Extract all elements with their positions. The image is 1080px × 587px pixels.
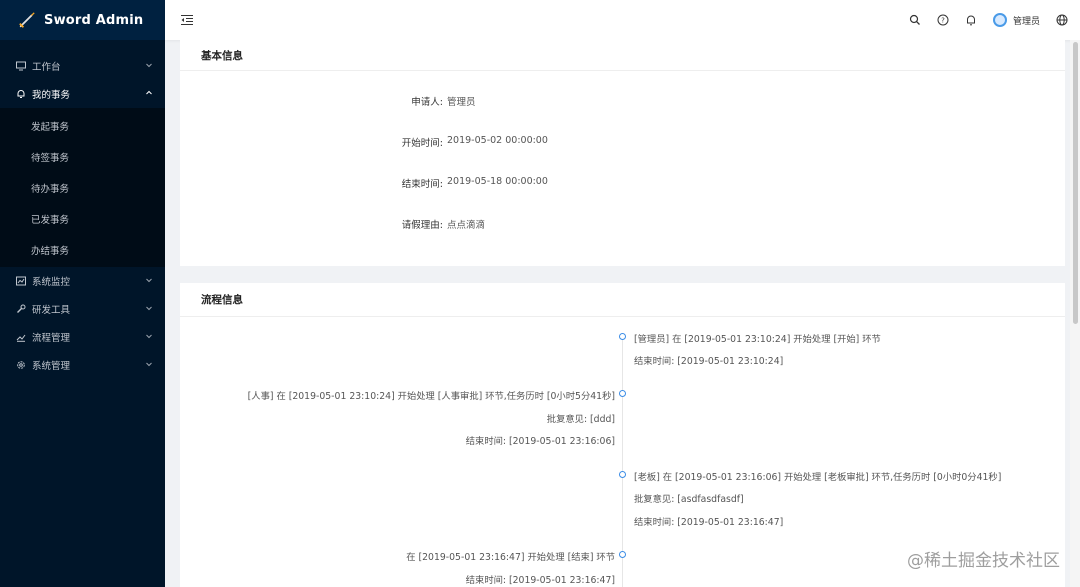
help-icon[interactable]: ? bbox=[937, 14, 949, 26]
search-icon[interactable] bbox=[909, 14, 921, 26]
sidebar-subitem-todo[interactable]: 待办事务 bbox=[0, 172, 165, 203]
basic-info-card: 基本信息 申请人: 管理员 开始时间: 2019-05-02 00:00:00 … bbox=[180, 40, 1065, 266]
timeline-text: [老板] 在 [2019-05-01 23:16:06] 开始处理 [老板审批]… bbox=[634, 472, 1002, 483]
sidebar-item-label: 研发工具 bbox=[32, 305, 71, 316]
sidebar-item-process[interactable]: 流程管理 bbox=[0, 323, 165, 351]
sidebar-subitem-done[interactable]: 办结事务 bbox=[0, 234, 165, 265]
timeline-line bbox=[622, 339, 623, 587]
timeline-dot bbox=[619, 333, 626, 340]
field-label: 请假理由: bbox=[401, 220, 443, 231]
header-actions: ? 管理员 bbox=[909, 0, 1080, 40]
sidebar-item-my-affairs[interactable]: 我的事务 bbox=[0, 80, 165, 108]
gear-icon bbox=[16, 360, 26, 370]
chevron-up-icon bbox=[146, 90, 152, 95]
field-label: 结束时间: bbox=[401, 179, 443, 190]
sidebar-item-monitor[interactable]: 系统监控 bbox=[0, 267, 165, 295]
menu-fold-icon[interactable] bbox=[180, 13, 194, 27]
username[interactable]: 管理员 bbox=[1013, 14, 1040, 27]
sidebar-item-label: 工作台 bbox=[32, 62, 61, 73]
page-scrollbar[interactable] bbox=[1070, 40, 1080, 587]
timeline-text: 结束时间: [2019-05-01 23:16:06] bbox=[465, 436, 615, 447]
sidebar-subitem-initiate[interactable]: 发起事务 bbox=[0, 110, 165, 141]
sidebar-item-system[interactable]: 系统管理 bbox=[0, 351, 165, 379]
timeline-dot bbox=[619, 390, 626, 397]
chevron-down-icon bbox=[146, 362, 152, 367]
svg-text:?: ? bbox=[941, 17, 945, 25]
sidebar-item-label: 系统监控 bbox=[32, 277, 71, 288]
app-title: Sword Admin bbox=[44, 12, 144, 28]
field-label: 开始时间: bbox=[401, 138, 443, 149]
timeline-dot bbox=[619, 551, 626, 558]
field-label: 申请人: bbox=[411, 97, 443, 108]
timeline-text: 结束时间: [2019-05-01 23:10:24] bbox=[634, 356, 784, 367]
timeline-text: 结束时间: [2019-05-01 23:16:47] bbox=[634, 517, 784, 528]
tool-icon bbox=[16, 304, 26, 314]
chevron-down-icon bbox=[146, 306, 152, 311]
timeline-text: [人事] 在 [2019-05-01 23:10:24] 开始处理 [人事审批]… bbox=[247, 391, 615, 402]
timeline-dot bbox=[619, 471, 626, 478]
process-info-card: 流程信息 [管理员] 在 [2019-05-01 23:10:24] 开始处理 … bbox=[180, 283, 1065, 587]
sidebar-item-workbench[interactable]: 工作台 bbox=[0, 52, 165, 80]
field-value: 2019-05-02 00:00:00 bbox=[447, 135, 548, 146]
sidebar-subitem-sent[interactable]: 已发事务 bbox=[0, 203, 165, 234]
chart-icon bbox=[16, 276, 26, 286]
sidebar-item-dev-tools[interactable]: 研发工具 bbox=[0, 295, 165, 323]
bell-icon[interactable] bbox=[965, 14, 977, 26]
timeline-text: [管理员] 在 [2019-05-01 23:10:24] 开始处理 [开始] … bbox=[634, 334, 881, 345]
timeline-text: 批复意见: [ddd] bbox=[546, 414, 615, 425]
bell-icon bbox=[16, 89, 26, 99]
top-header: ? 管理员 bbox=[165, 0, 1080, 40]
sword-icon bbox=[19, 12, 35, 28]
process-info-title: 流程信息 bbox=[180, 283, 1065, 317]
logo[interactable]: Sword Admin bbox=[0, 0, 165, 40]
watermark: @稀土掘金技术社区 bbox=[907, 551, 1060, 571]
basic-info-title: 基本信息 bbox=[180, 40, 1065, 71]
chevron-down-icon bbox=[146, 334, 152, 339]
sidebar-item-label: 我的事务 bbox=[32, 90, 71, 101]
field-value: 2019-05-18 00:00:00 bbox=[447, 176, 548, 187]
field-value: 点点滴滴 bbox=[447, 220, 486, 231]
sidebar-item-label: 流程管理 bbox=[32, 333, 71, 344]
timeline-text: 在 [2019-05-01 23:16:47] 开始处理 [结束] 环节 bbox=[406, 552, 615, 563]
chevron-down-icon bbox=[146, 278, 152, 283]
scrollbar-thumb[interactable] bbox=[1073, 42, 1078, 324]
globe-icon[interactable] bbox=[1056, 14, 1068, 26]
field-value: 管理员 bbox=[447, 97, 476, 108]
sidebar: Sword Admin 工作台 我的事务 发起事务 待签事务 待办事务 已发事务… bbox=[0, 0, 165, 587]
submenu-my-affairs: 发起事务 待签事务 待办事务 已发事务 办结事务 bbox=[0, 108, 165, 267]
sidebar-subitem-to-sign[interactable]: 待签事务 bbox=[0, 141, 165, 172]
chevron-down-icon bbox=[146, 63, 152, 68]
timeline-text: 批复意见: [asdfasdfasdf] bbox=[634, 494, 744, 505]
sidebar-item-label: 系统管理 bbox=[32, 361, 71, 372]
avatar[interactable] bbox=[992, 13, 1007, 27]
flow-icon bbox=[16, 332, 26, 342]
sidebar-menu: 工作台 我的事务 发起事务 待签事务 待办事务 已发事务 办结事务 系统监控 研… bbox=[0, 40, 165, 379]
monitor-icon bbox=[16, 61, 26, 71]
timeline-text: 结束时间: [2019-05-01 23:16:47] bbox=[465, 575, 615, 586]
